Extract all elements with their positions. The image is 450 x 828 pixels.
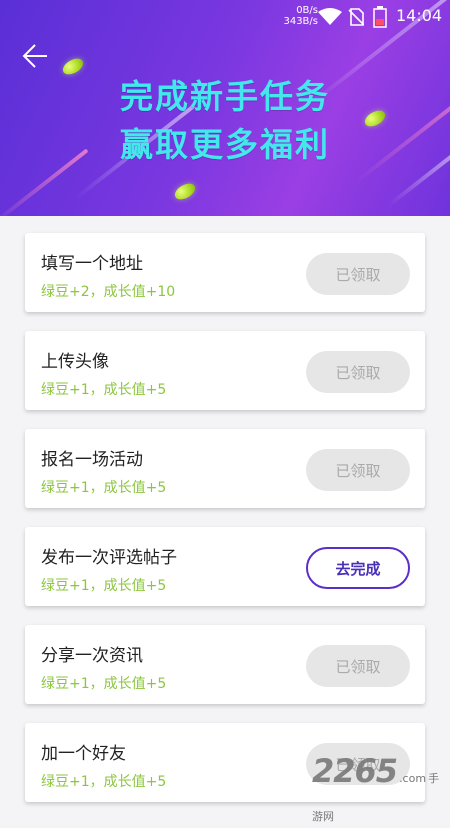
claimed-button[interactable]: 已领取 (306, 645, 410, 687)
task-card: 分享一次资讯 绿豆+1，成长值+5 已领取 (25, 625, 425, 704)
battery-icon (373, 6, 387, 28)
net-up-speed: 343B/s (283, 16, 318, 27)
claimed-button[interactable]: 已领取 (306, 253, 410, 295)
watermark-number: 2265 (312, 752, 398, 790)
task-name: 分享一次资讯 (41, 646, 143, 666)
task-name: 填写一个地址 (41, 254, 143, 274)
task-name: 加一个好友 (41, 744, 126, 764)
task-reward: 绿豆+1，成长值+5 (41, 480, 167, 496)
back-arrow-icon[interactable] (22, 43, 48, 69)
status-bar: 0B/s 343B/s 14:04 (0, 0, 450, 34)
green-bean-icon (172, 180, 198, 203)
banner-title-line1: 完成新手任务 (120, 77, 330, 116)
net-down-speed: 0B/s (296, 5, 318, 16)
task-name: 报名一场活动 (41, 450, 143, 470)
task-reward: 绿豆+1，成长值+5 (41, 774, 167, 790)
task-name: 上传头像 (41, 352, 109, 372)
task-card: 填写一个地址 绿豆+2，成长值+10 已领取 (25, 233, 425, 312)
banner-title-line2: 赢取更多福利 (120, 125, 330, 164)
task-card: 发布一次评选帖子 绿豆+1，成长值+5 去完成 (25, 527, 425, 606)
task-reward: 绿豆+1，成长值+5 (41, 382, 167, 398)
clock: 14:04 (396, 6, 443, 25)
claimed-button[interactable]: 已领取 (306, 449, 410, 491)
claimed-button[interactable]: 已领取 (306, 351, 410, 393)
task-reward: 绿豆+2，成长值+10 (41, 284, 176, 300)
task-reward: 绿豆+1，成长值+5 (41, 676, 167, 692)
watermark-suffix: .com (399, 772, 427, 785)
wifi-icon (318, 8, 342, 25)
task-card: 报名一场活动 绿豆+1，成长值+5 已领取 (25, 429, 425, 508)
network-speed: 0B/s 343B/s (266, 5, 318, 27)
task-card: 上传头像 绿豆+1，成长值+5 已领取 (25, 331, 425, 410)
site-watermark: 2265 .com 手游网 (312, 752, 450, 828)
header-banner: 0B/s 343B/s 14:04 完成新手任务 赢取更多福利 (0, 0, 450, 216)
task-name: 发布一次评选帖子 (41, 548, 177, 568)
task-reward: 绿豆+1，成长值+5 (41, 578, 167, 594)
go-complete-button[interactable]: 去完成 (306, 547, 410, 589)
no-sim-icon (348, 8, 364, 26)
